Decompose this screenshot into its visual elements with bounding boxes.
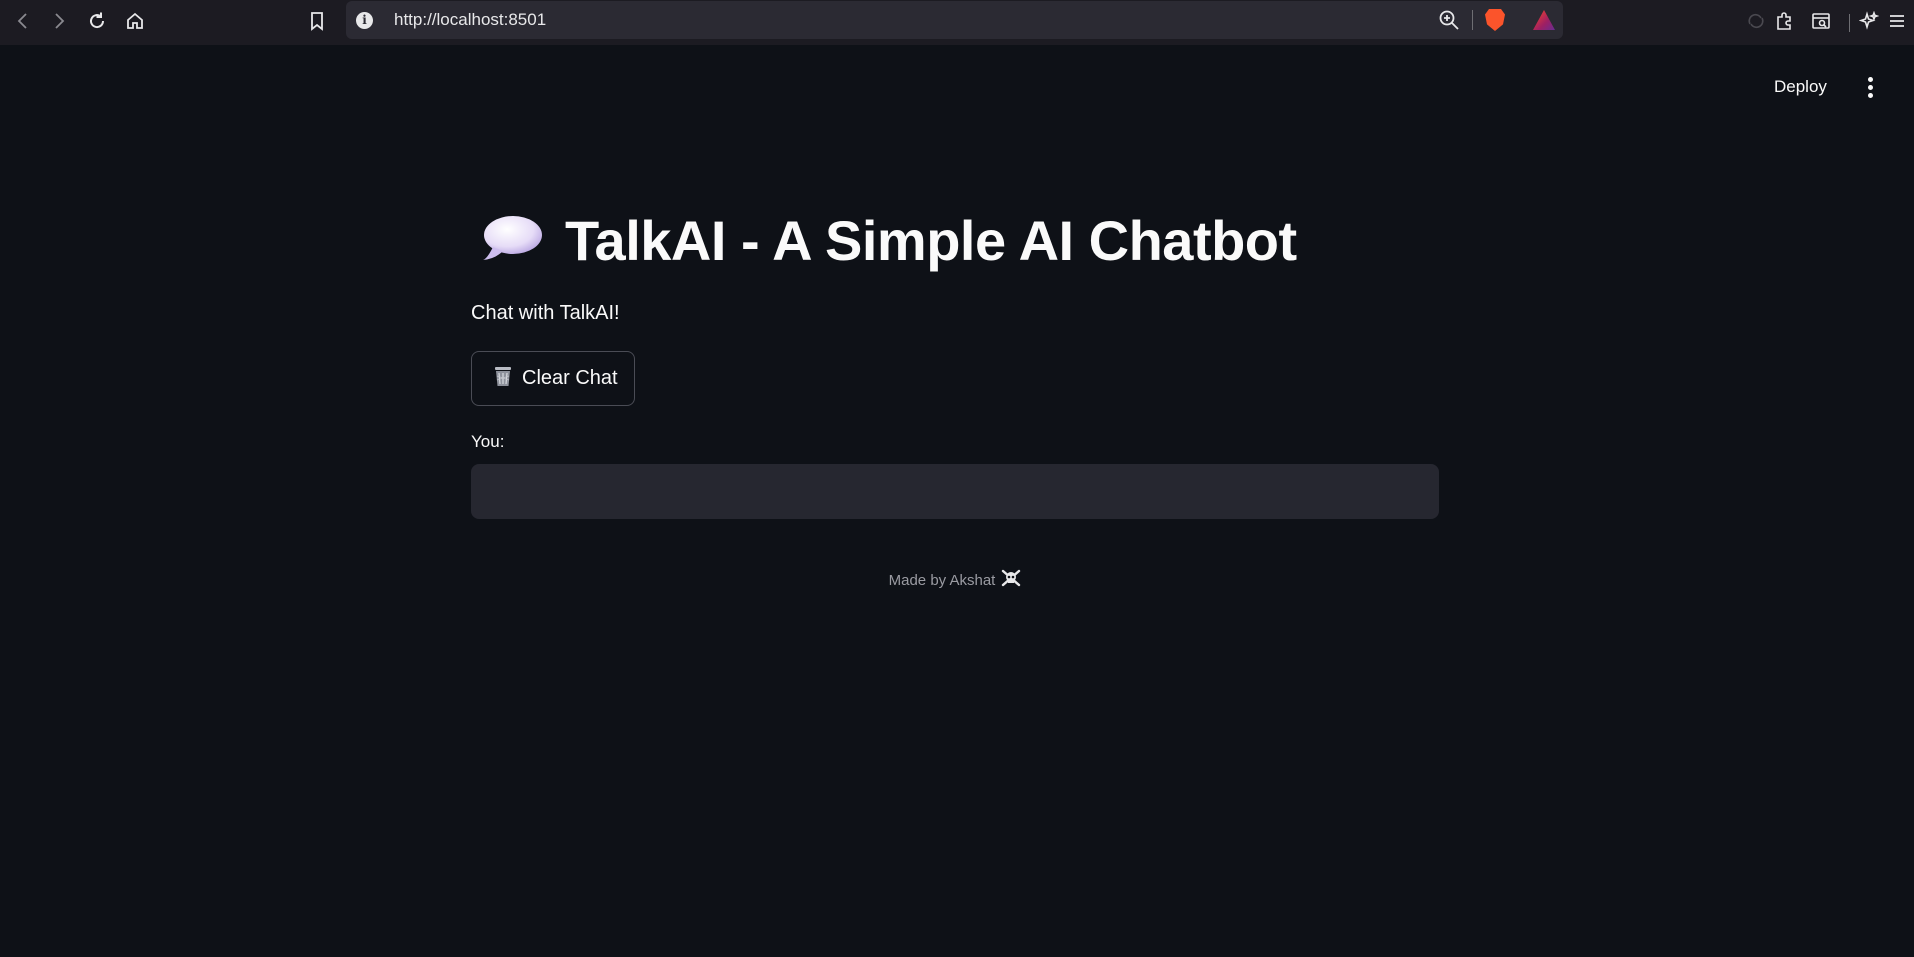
main-content: TalkAI - A Simple AI Chatbot Chat with T… xyxy=(471,200,1439,591)
main-menu-icon[interactable] xyxy=(1858,73,1882,101)
leo-ai-icon[interactable] xyxy=(1854,6,1884,36)
extensions-icon[interactable] xyxy=(1769,6,1799,36)
brave-shields-icon[interactable] xyxy=(1485,9,1505,31)
toolbar-divider xyxy=(1849,14,1850,32)
site-info-icon[interactable]: i xyxy=(356,12,373,29)
clear-chat-button[interactable]: Clear Chat xyxy=(471,351,635,406)
subtitle: Chat with TalkAI! xyxy=(471,302,620,324)
trash-icon xyxy=(492,364,514,394)
reload-icon[interactable] xyxy=(82,6,112,36)
skull-crossbones-icon xyxy=(1001,569,1021,591)
deploy-button[interactable]: Deploy xyxy=(1768,71,1833,103)
forward-icon[interactable] xyxy=(44,6,74,36)
home-icon[interactable] xyxy=(120,6,150,36)
bookmark-icon[interactable] xyxy=(302,6,332,36)
chat-input-label: You: xyxy=(471,432,505,451)
menu-icon[interactable] xyxy=(1882,6,1912,36)
title-row: TalkAI - A Simple AI Chatbot xyxy=(471,200,1439,280)
clear-chat-label: Clear Chat xyxy=(522,367,618,389)
url-text[interactable]: http://localhost:8501 xyxy=(394,10,546,30)
browser-toolbar: i http://localhost:8501 xyxy=(0,0,1914,45)
zoom-icon[interactable] xyxy=(1438,9,1460,31)
chat-input[interactable] xyxy=(471,464,1439,519)
url-bar-divider xyxy=(1472,10,1473,30)
sidebar-icon[interactable] xyxy=(1806,6,1836,36)
app-header: Deploy xyxy=(0,45,1914,125)
brave-rewards-icon[interactable] xyxy=(1533,10,1555,30)
address-bar[interactable]: i http://localhost:8501 xyxy=(346,1,1563,39)
back-icon[interactable] xyxy=(8,6,38,36)
speech-bubble-icon xyxy=(471,213,543,268)
footer-text: Made by Akshat xyxy=(888,571,996,589)
sync-icon xyxy=(1745,6,1767,36)
page-title: TalkAI - A Simple AI Chatbot xyxy=(565,208,1297,272)
footer: Made by Akshat xyxy=(471,569,1439,591)
